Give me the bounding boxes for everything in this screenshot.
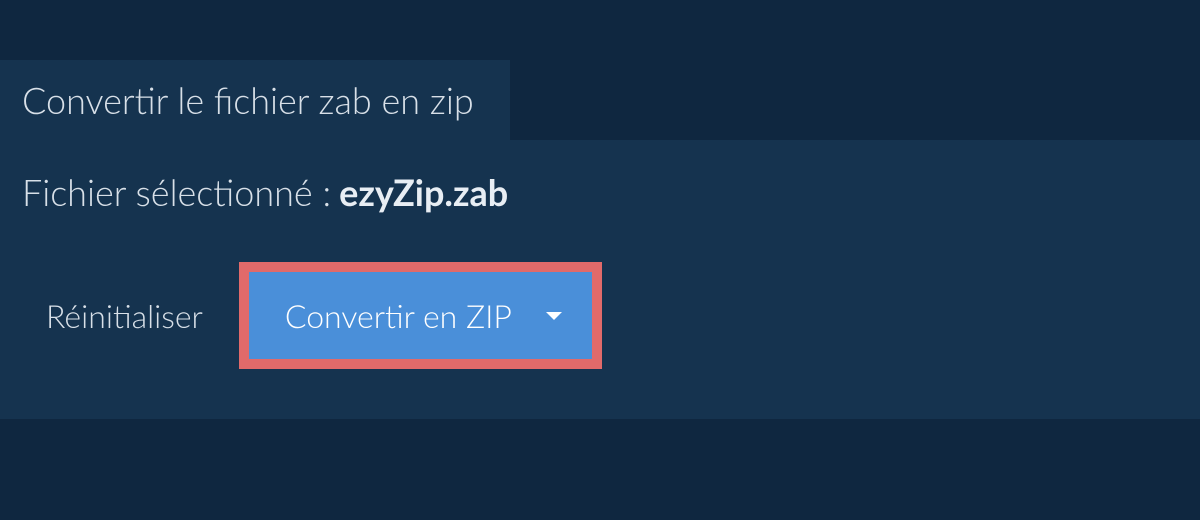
tab-label: Convertir le fichier zab en zip [22,78,474,122]
tab-convert-zab-zip[interactable]: Convertir le fichier zab en zip [0,60,510,140]
convert-button[interactable]: Convertir en ZIP [249,272,592,359]
actions-row: Réinitialiser Convertir en ZIP [22,262,1178,369]
caret-down-icon [546,312,562,320]
selected-file-label: Fichier sélectionné : [22,170,331,214]
convert-button-label: Convertir en ZIP [285,296,512,335]
selected-file-name: ezyZip.zab [339,170,508,214]
reset-button[interactable]: Réinitialiser [46,296,203,335]
main-panel: Fichier sélectionné : ezyZip.zab Réiniti… [0,140,1200,419]
convert-button-highlight: Convertir en ZIP [239,262,602,369]
selected-file-row: Fichier sélectionné : ezyZip.zab [22,170,1178,214]
